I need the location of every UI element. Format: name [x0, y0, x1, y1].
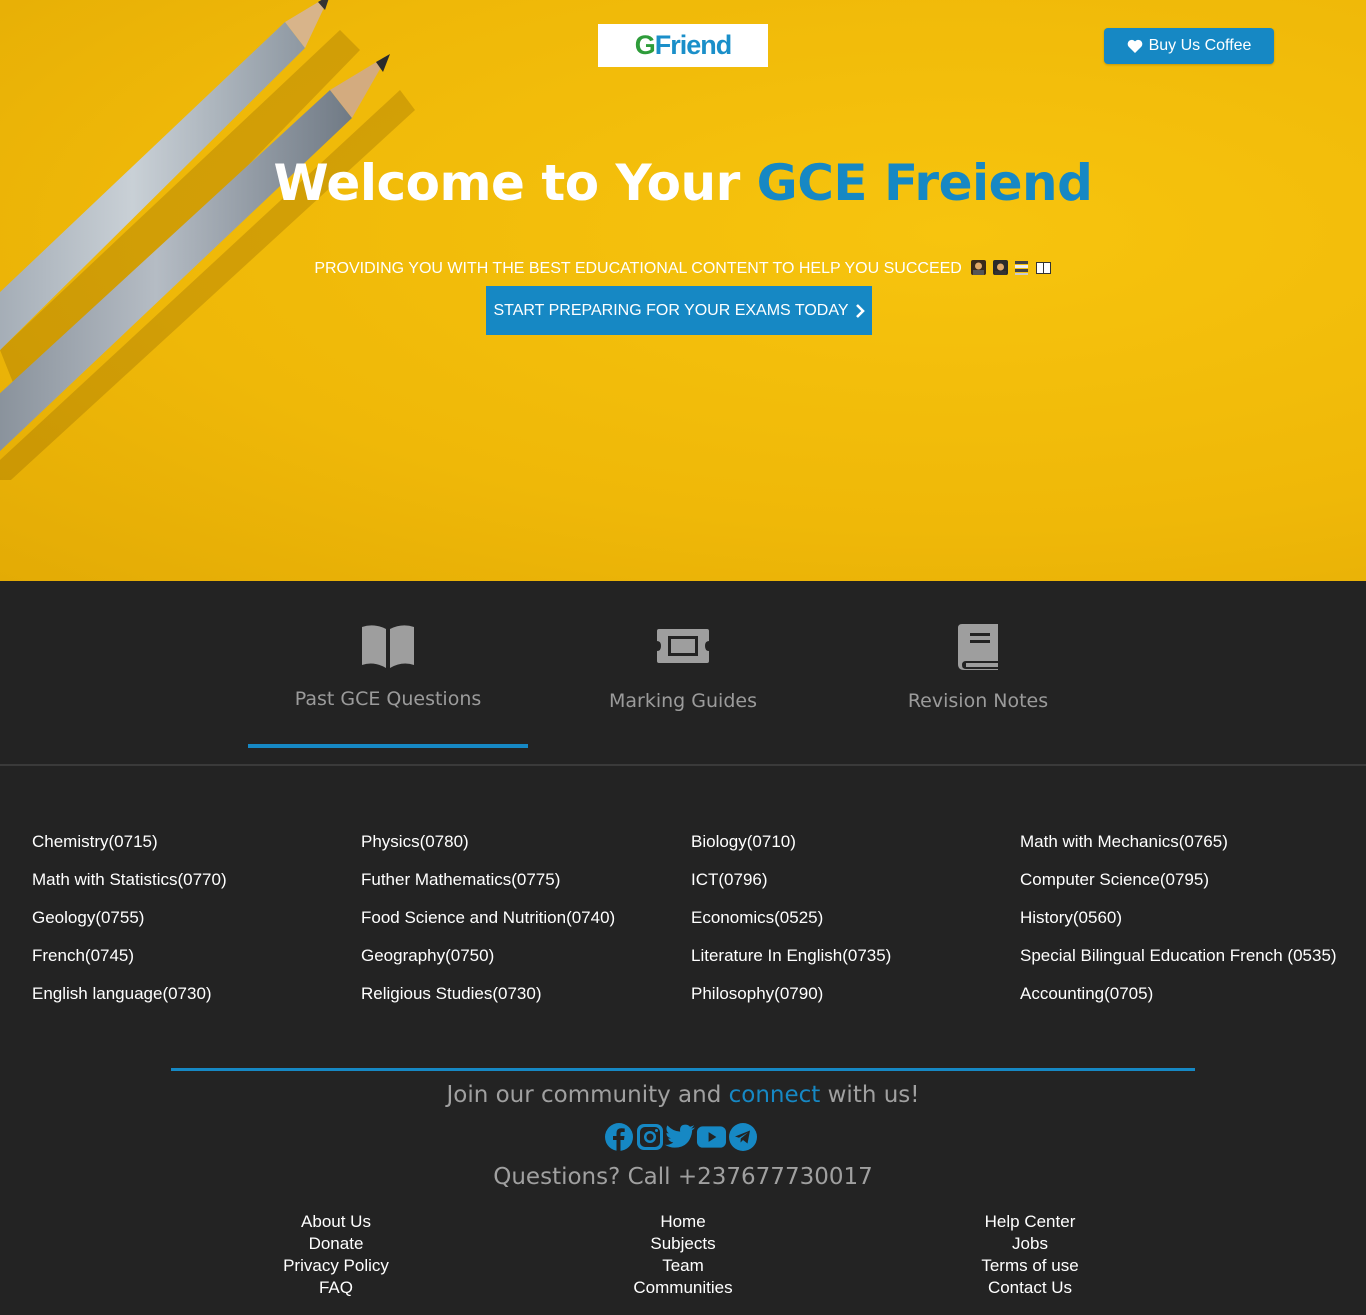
subject-link[interactable]: Physics(0780): [361, 823, 691, 861]
book-icon: [958, 624, 998, 670]
subject-link[interactable]: Food Science and Nutrition(0740): [361, 899, 691, 937]
subjects-column-3: Biology(0710) ICT(0796) Economics(0525) …: [691, 823, 1021, 1013]
subject-link[interactable]: Futher Mathematics(0775): [361, 861, 691, 899]
footer-divider: [171, 1068, 1195, 1071]
tab-revision-notes[interactable]: Revision Notes: [838, 581, 1118, 748]
footer-link-team[interactable]: Team: [583, 1255, 783, 1277]
books-emoji: [1015, 261, 1029, 275]
subject-link[interactable]: English language(0730): [32, 975, 362, 1013]
hero-title: Welcome to Your GCE Freiend: [273, 154, 1093, 212]
heart-icon: [1127, 39, 1142, 53]
active-tab-indicator: [248, 744, 528, 748]
telegram-icon[interactable]: [727, 1121, 758, 1153]
subjects-list: Chemistry(0715) Math with Statistics(077…: [0, 823, 1366, 1023]
subject-link[interactable]: Math with Mechanics(0765): [1020, 823, 1350, 861]
subject-link[interactable]: Geology(0755): [32, 899, 362, 937]
footer-links-column-3: Help Center Jobs Terms of use Contact Us: [930, 1211, 1130, 1299]
subjects-column-1: Chemistry(0715) Math with Statistics(077…: [32, 823, 362, 1013]
subject-link[interactable]: Accounting(0705): [1020, 975, 1350, 1013]
ticket-icon: [657, 629, 709, 663]
footer-links-column-1: About Us Donate Privacy Policy FAQ: [236, 1211, 436, 1299]
twitter-icon[interactable]: [665, 1121, 696, 1153]
logo[interactable]: GFriend: [598, 24, 768, 67]
subjects-column-2: Physics(0780) Futher Mathematics(0775) F…: [361, 823, 691, 1013]
instagram-icon[interactable]: [634, 1121, 665, 1153]
pencils-image: [0, 0, 415, 480]
social-links: [603, 1121, 758, 1153]
youtube-icon[interactable]: [696, 1121, 727, 1153]
student-emoji: [971, 260, 987, 275]
tab-label: Past GCE Questions: [294, 688, 482, 710]
subject-link[interactable]: ICT(0796): [691, 861, 1021, 899]
footer-link-help-center[interactable]: Help Center: [930, 1211, 1130, 1233]
footer-link-communities[interactable]: Communities: [583, 1277, 783, 1299]
footer-link-faq[interactable]: FAQ: [236, 1277, 436, 1299]
subject-link[interactable]: Economics(0525): [691, 899, 1021, 937]
footer-link-home[interactable]: Home: [583, 1211, 783, 1233]
hero-title-accent: GCE Freiend: [756, 154, 1093, 212]
facebook-icon[interactable]: [603, 1121, 634, 1153]
logo-text: GFriend: [634, 30, 733, 60]
tab-past-gce-questions[interactable]: Past GCE Questions: [248, 581, 528, 748]
buy-us-coffee-label: Buy Us Coffee: [1148, 37, 1252, 54]
footer-link-donate[interactable]: Donate: [236, 1233, 436, 1255]
open-book-emoji: [1035, 262, 1051, 274]
subject-link[interactable]: History(0560): [1020, 899, 1350, 937]
subject-link[interactable]: Biology(0710): [691, 823, 1021, 861]
subject-link[interactable]: Philosophy(0790): [691, 975, 1021, 1013]
subject-link[interactable]: Religious Studies(0730): [361, 975, 691, 1013]
subject-link[interactable]: Math with Statistics(0770): [32, 861, 362, 899]
subject-link[interactable]: Special Bilingual Education French (0535…: [1020, 937, 1350, 975]
hero-section: GFriend Buy Us Coffee Welcome to Your GC…: [0, 0, 1366, 581]
footer-link-contact-us[interactable]: Contact Us: [930, 1277, 1130, 1299]
buy-us-coffee-button[interactable]: Buy Us Coffee: [1104, 28, 1274, 64]
chevron-right-icon: [855, 303, 865, 318]
graduate-emoji: [992, 260, 1008, 275]
footer-link-subjects[interactable]: Subjects: [583, 1233, 783, 1255]
tab-marking-guides[interactable]: Marking Guides: [543, 581, 823, 748]
tab-label: Revision Notes: [907, 690, 1049, 712]
footer-link-terms-of-use[interactable]: Terms of use: [930, 1255, 1130, 1277]
subjects-column-4: Math with Mechanics(0765) Computer Scien…: [1020, 823, 1350, 1013]
subject-link[interactable]: Chemistry(0715): [32, 823, 362, 861]
join-community-text: Join our community and connect with us!: [446, 1082, 920, 1108]
subject-link[interactable]: Computer Science(0795): [1020, 861, 1350, 899]
footer-link-jobs[interactable]: Jobs: [930, 1233, 1130, 1255]
hero-subtitle: PROVIDING YOU WITH THE BEST EDUCATIONAL …: [0, 259, 1366, 278]
subject-link[interactable]: Literature In English(0735): [691, 937, 1021, 975]
start-preparing-button[interactable]: START PREPARING FOR YOUR EXAMS TODAY: [486, 286, 872, 335]
subject-link[interactable]: French(0745): [32, 937, 362, 975]
footer-links-column-2: Home Subjects Team Communities: [583, 1211, 783, 1299]
footer-link-about-us[interactable]: About Us: [236, 1211, 436, 1233]
open-book-icon: [362, 625, 414, 668]
tab-label: Marking Guides: [609, 690, 757, 712]
phone-contact: Questions? Call +237677730017: [493, 1164, 873, 1190]
subject-link[interactable]: Geography(0750): [361, 937, 691, 975]
content-tabs: Past GCE Questions Marking Guides Revisi…: [0, 581, 1366, 766]
start-preparing-label: START PREPARING FOR YOUR EXAMS TODAY: [493, 301, 849, 319]
footer-link-privacy-policy[interactable]: Privacy Policy: [236, 1255, 436, 1277]
